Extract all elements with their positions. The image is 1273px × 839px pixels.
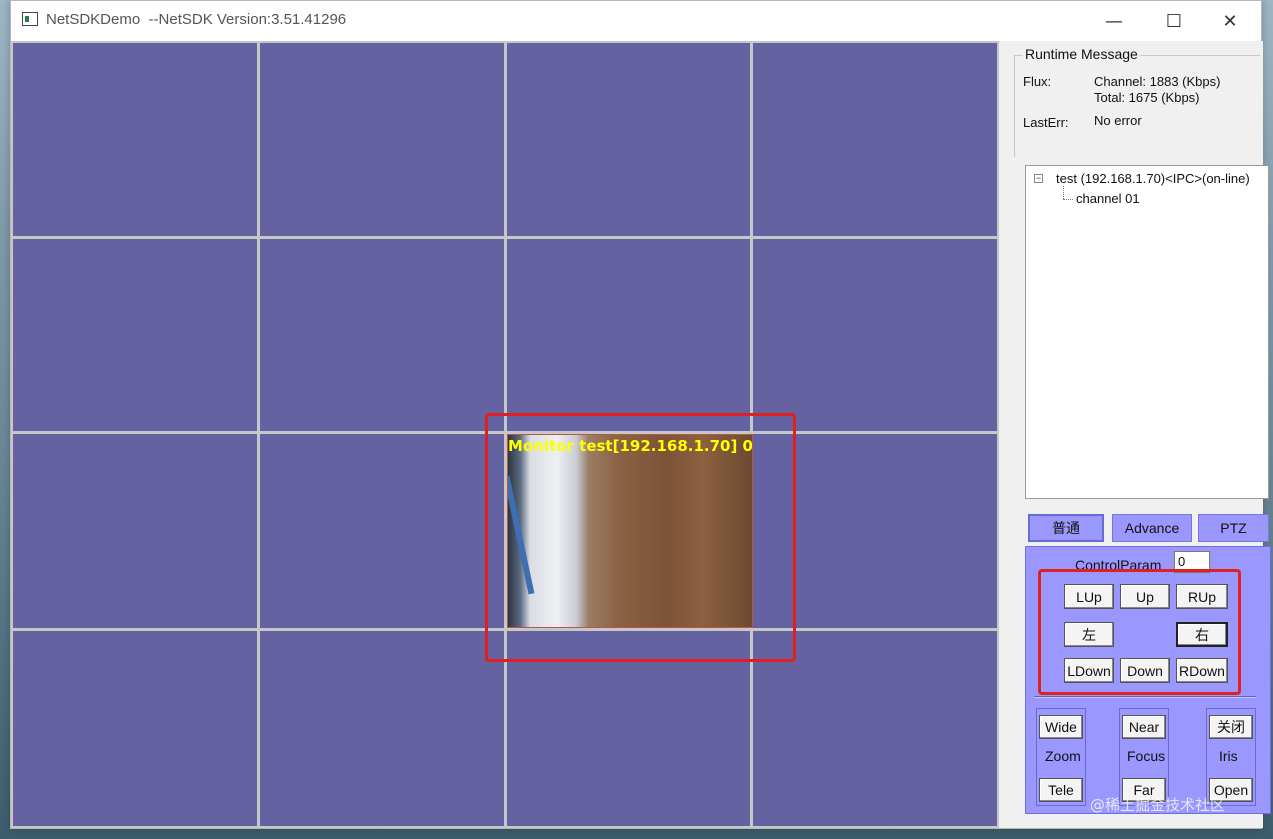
- flux-label: Flux:: [1023, 74, 1052, 89]
- total-rate: Total: 1675 (Kbps): [1094, 90, 1200, 105]
- runtime-message-group: [1014, 55, 1260, 157]
- feed-highlight-box: [485, 413, 796, 662]
- collapse-icon[interactable]: −: [1034, 174, 1043, 183]
- focus-label: Focus: [1127, 748, 1166, 764]
- video-cell-9[interactable]: [13, 434, 257, 628]
- channel-rate: Channel: 1883 (Kbps): [1094, 74, 1221, 89]
- video-cell-1[interactable]: [13, 43, 257, 236]
- control-panel: Runtime Message Flux: Channel: 1883 (Kbp…: [1001, 41, 1271, 828]
- zoom-tele-button[interactable]: Tele: [1039, 778, 1083, 802]
- zoom-wide-button[interactable]: Wide: [1039, 715, 1083, 739]
- watermark: @稀土掘金技术社区: [1090, 796, 1226, 814]
- tree-device-node[interactable]: test (192.168.1.70)<IPC>(on-line): [1056, 171, 1250, 186]
- video-cell-7[interactable]: [507, 239, 750, 431]
- focus-near-button[interactable]: Near: [1122, 715, 1166, 739]
- tree-channel-node[interactable]: channel 01: [1076, 191, 1140, 206]
- video-cell-2[interactable]: [260, 43, 504, 236]
- video-cell-6[interactable]: [260, 239, 504, 431]
- video-cell-3[interactable]: [507, 43, 750, 236]
- tab-ptz[interactable]: PTZ: [1198, 514, 1269, 542]
- video-cell-4[interactable]: [753, 43, 997, 236]
- runtime-message-title: Runtime Message: [1023, 46, 1140, 62]
- close-button[interactable]: ✕: [1201, 1, 1259, 41]
- device-tree[interactable]: − test (192.168.1.70)<IPC>(on-line) chan…: [1025, 165, 1269, 499]
- window-title: NetSDKDemo --NetSDK Version:3.51.41296: [46, 11, 347, 28]
- video-cell-14[interactable]: [260, 631, 504, 826]
- video-cell-5[interactable]: [13, 239, 257, 431]
- lasterr-value: No error: [1094, 113, 1142, 128]
- tab-normal[interactable]: 普通: [1028, 514, 1104, 542]
- minimize-button[interactable]: —: [1085, 1, 1143, 41]
- video-cell-8[interactable]: [753, 239, 997, 431]
- iris-close-button[interactable]: 关闭: [1209, 715, 1253, 739]
- lasterr-label: LastErr:: [1023, 115, 1069, 130]
- tree-connector: [1063, 186, 1064, 199]
- ptz-direction-highlight-box: [1038, 569, 1241, 695]
- video-cell-13[interactable]: [13, 631, 257, 826]
- title-bar[interactable]: NetSDKDemo --NetSDK Version:3.51.41296 —…: [11, 1, 1261, 41]
- maximize-button[interactable]: ☐: [1145, 1, 1203, 41]
- iris-label: Iris: [1219, 748, 1238, 764]
- app-icon: [22, 12, 38, 26]
- video-cell-10[interactable]: [260, 434, 504, 628]
- tab-advance[interactable]: Advance: [1112, 514, 1192, 542]
- tree-connector: [1063, 199, 1073, 200]
- ptz-divider: [1034, 696, 1256, 698]
- zoom-label: Zoom: [1045, 748, 1081, 764]
